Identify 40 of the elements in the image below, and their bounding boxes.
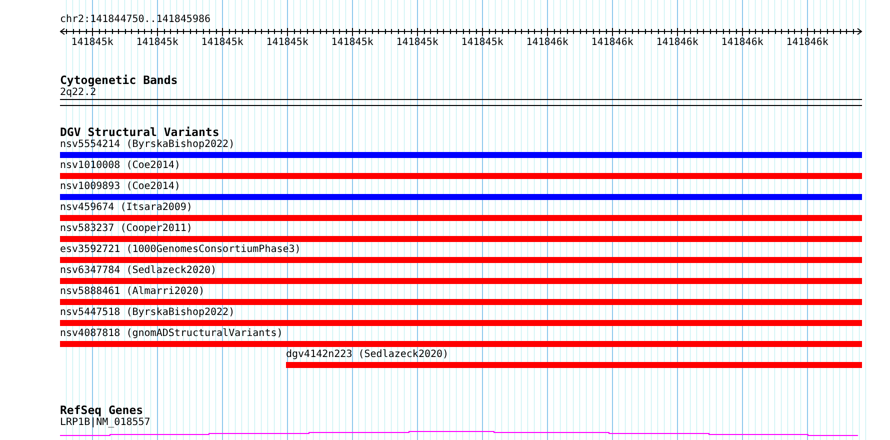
- variant-bar[interactable]: [60, 173, 862, 179]
- feature-label[interactable]: esv3592721 (1000GenomesConsortiumPhase3): [60, 244, 301, 255]
- feature-label[interactable]: dgv4142n223 (Sedlazeck2020): [286, 349, 449, 360]
- variant-bar[interactable]: [60, 299, 862, 305]
- ruler-label: 141845k: [136, 37, 178, 48]
- feature-label[interactable]: nsv4087818 (gnomADStructuralVariants): [60, 328, 283, 339]
- ruler-label: 141845k: [331, 37, 374, 48]
- feature-label[interactable]: nsv6347784 (Sedlazeck2020): [60, 265, 217, 276]
- variant-bar[interactable]: [286, 362, 862, 368]
- variant-bar[interactable]: [60, 236, 862, 242]
- feature-label[interactable]: nsv1009893 (Coe2014): [60, 181, 180, 192]
- ruler-label: 141845k: [201, 37, 244, 48]
- ruler-label: 141845k: [461, 37, 504, 48]
- track-title: Cytogenetic Bands: [60, 74, 178, 87]
- feature-label[interactable]: nsv5888461 (Almarri2020): [60, 286, 204, 297]
- variant-bar[interactable]: [60, 215, 862, 221]
- band-label: 2q22.2: [60, 87, 96, 98]
- ruler-label: 141846k: [656, 37, 698, 48]
- location-text: chr2:141844750..141845986: [60, 14, 211, 26]
- ruler-label: 141846k: [721, 37, 764, 48]
- variant-bar[interactable]: [60, 257, 862, 263]
- variant-bar[interactable]: [60, 341, 862, 347]
- ruler-label: 141845k: [71, 37, 114, 48]
- track-title: DGV Structural Variants: [60, 126, 220, 139]
- ruler-label: 141846k: [786, 37, 828, 48]
- ruler-label: 141845k: [396, 37, 438, 48]
- feature-label[interactable]: nsv5447518 (ByrskaBishop2022): [60, 307, 235, 318]
- variant-bar[interactable]: [60, 320, 862, 326]
- gene-label[interactable]: LRP1B|NM_018557: [60, 417, 150, 428]
- variant-bar[interactable]: [60, 152, 862, 158]
- variant-bar[interactable]: [60, 278, 862, 284]
- ruler-label: 141846k: [526, 37, 568, 48]
- feature-label[interactable]: nsv1010008 (Coe2014): [60, 160, 180, 171]
- ruler-label: 141845k: [266, 37, 308, 48]
- variant-bar[interactable]: [60, 194, 862, 200]
- feature-label[interactable]: nsv583237 (Cooper2011): [60, 223, 192, 234]
- track-title: RefSeq Genes: [60, 404, 144, 417]
- feature-label[interactable]: nsv459674 (Itsara2009): [60, 202, 192, 213]
- feature-label[interactable]: nsv5554214 (ByrskaBishop2022): [60, 139, 235, 150]
- ruler-label: 141846k: [591, 37, 634, 48]
